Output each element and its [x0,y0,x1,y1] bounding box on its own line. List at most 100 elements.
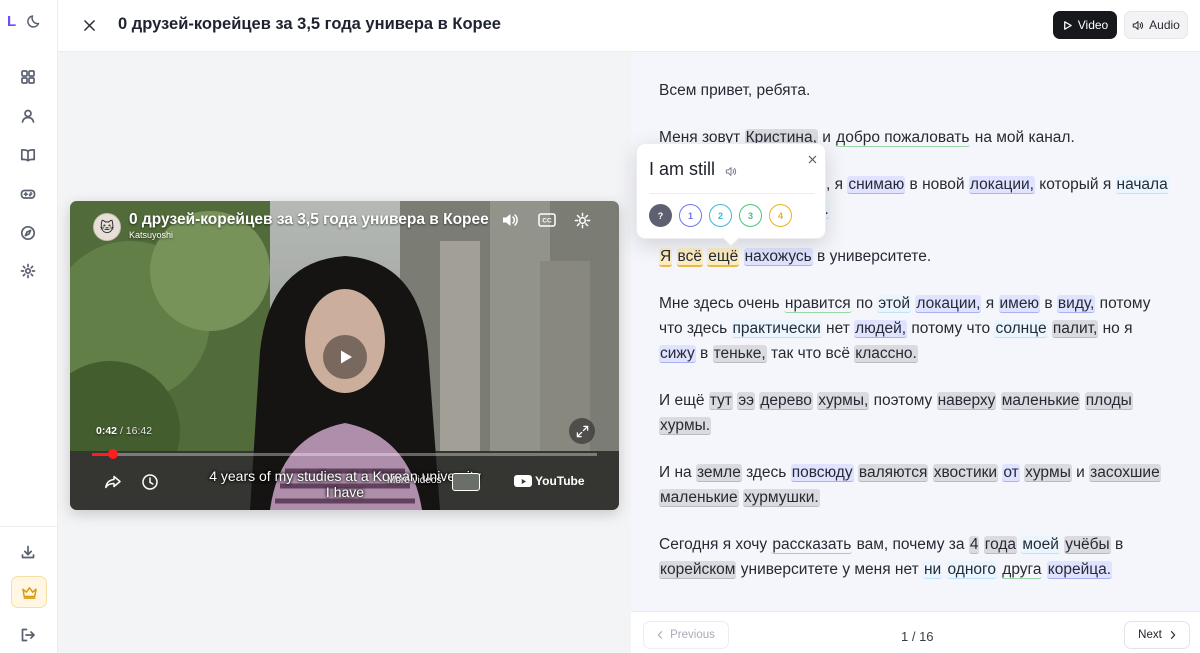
book-icon[interactable] [19,146,37,164]
transcript-word[interactable]: начала [1115,176,1169,194]
transcript-word[interactable]: валяются [857,464,929,482]
transcript-word[interactable]: учёбы [1064,536,1111,554]
transcript-word[interactable]: одного [946,561,997,579]
transcript-word[interactable]: нахожусь [743,248,813,266]
selected-word[interactable]: ещё [707,248,740,267]
download-icon[interactable] [19,543,37,561]
speaker-icon[interactable] [725,164,739,178]
transcript-word[interactable]: хурмушки. [742,489,820,507]
user-icon[interactable] [19,107,37,125]
transcript-word[interactable]: имею [998,295,1041,313]
audio-mode-button[interactable]: Audio [1124,11,1188,39]
next-button[interactable]: Next [1124,621,1190,649]
transcript-word[interactable]: маленькие [659,489,739,507]
compass-icon[interactable] [19,224,37,242]
moon-icon[interactable] [27,13,43,29]
level-4-button[interactable]: 4 [769,204,792,227]
popup-separator [649,193,815,194]
level-3-button[interactable]: 3 [739,204,762,227]
popup-close-button[interactable] [805,152,819,166]
gear-icon[interactable] [19,262,37,280]
transcript-word[interactable]: хурмы. [659,417,712,435]
settings-icon[interactable] [572,210,592,230]
transcript-word[interactable]: дерево [759,392,813,410]
transcript-text: в университете. [812,248,932,265]
transcript-word[interactable]: солнце [994,320,1048,338]
transcript-word[interactable]: от [1002,464,1020,482]
transcript-word[interactable]: виду, [1056,295,1096,313]
transcript-word[interactable]: нравится [783,295,852,313]
transcript-word[interactable]: хурмы, [817,392,870,410]
transcript-word[interactable]: корейском [659,561,737,579]
transcript-word[interactable]: повсюду [790,464,854,482]
level-unknown-button[interactable]: ? [649,204,672,227]
transcript-text: в новой [905,176,969,193]
transcript-word[interactable]: года [983,536,1018,554]
transcript-word[interactable]: классно. [854,345,918,363]
transcript-word[interactable]: друга [1001,561,1043,579]
transcript-word[interactable]: моей [1021,536,1060,554]
fullscreen-button[interactable] [569,418,595,444]
captions-icon[interactable]: CC [537,210,557,230]
transcript-word[interactable]: ээ [737,392,756,410]
transcript-text: нет [821,320,855,337]
transcript-word[interactable]: добро пожаловать [835,129,971,147]
transcript-word[interactable]: людей, [854,320,908,338]
level-2-button[interactable]: 2 [709,204,732,227]
video-title[interactable]: 0 друзей-корейцев за 3,5 года универа в … [129,211,489,229]
transcript-word[interactable]: практически [731,320,822,338]
transcript-text: здесь [741,464,791,481]
transcript-word[interactable]: хурмы [1024,464,1072,482]
transcript-text: вам, почему за [852,536,969,553]
transcript-paragraph: Сегодня я хочу рассказать вам, почему за… [659,532,1169,582]
progress-bar[interactable] [92,449,597,459]
gamepad-icon[interactable] [19,185,37,203]
transcript-paragraph: И ещё тут ээ дерево хурмы, поэтому навер… [659,388,1169,438]
transcript-word[interactable]: наверху [936,392,997,410]
level-1-button[interactable]: 1 [679,204,702,227]
expand-icon [576,425,588,437]
channel-avatar[interactable]: 🐱 [93,213,121,241]
play-button[interactable] [323,335,367,379]
transcript-word[interactable]: 4 [968,536,980,554]
close-icon [83,19,95,31]
transcript-word[interactable]: этой [877,295,912,313]
transcript-word[interactable]: теньке, [712,345,767,363]
dashboard-icon[interactable] [19,68,37,86]
selected-word[interactable]: всё [676,248,703,267]
video-player[interactable]: 🐱 0 друзей-корейцев за 3,5 года универа … [70,201,619,510]
video-channel[interactable]: Katsuyoshi [129,230,173,240]
chevron-left-icon [657,631,663,639]
transcript-word[interactable]: земле [695,464,742,482]
watch-later-icon[interactable] [140,472,160,492]
selected-word[interactable]: Я [659,248,673,267]
transcript-text: на мой канал. [970,129,1075,146]
transcript-word[interactable]: хвостики [932,464,999,482]
transcript-word[interactable]: локации, [968,176,1035,194]
transcript-word[interactable]: снимаю [847,176,906,194]
share-icon[interactable] [103,472,123,492]
transcript-word[interactable]: сижу [659,345,696,363]
transcript-text [942,561,946,578]
captions-label: CC [542,218,552,225]
volume-icon[interactable] [500,210,520,230]
transcript-word[interactable]: палит, [1051,320,1099,338]
transcript-word[interactable]: ни [923,561,943,579]
transcript-word[interactable]: рассказать [771,536,853,554]
transcript-word[interactable]: локации, [915,295,982,313]
transcript-word[interactable]: маленькие [1000,392,1081,410]
transcript-word[interactable]: тут [708,392,733,410]
previous-button[interactable]: Previous [643,621,729,649]
video-mode-button[interactable]: Video [1053,11,1117,39]
close-button[interactable] [80,16,98,34]
logout-icon[interactable] [19,626,37,644]
transcript-word[interactable]: плоды [1084,392,1133,410]
premium-button[interactable] [11,576,47,608]
transcript-word[interactable]: засохшие [1089,464,1161,482]
transcript-word[interactable]: корейца. [1046,561,1113,579]
more-videos-label[interactable]: More videos [387,475,441,486]
play-icon [341,350,352,364]
app-logo[interactable]: L [7,13,16,30]
more-videos-thumbnail[interactable] [452,473,480,491]
youtube-link[interactable]: YouTube [514,474,585,488]
